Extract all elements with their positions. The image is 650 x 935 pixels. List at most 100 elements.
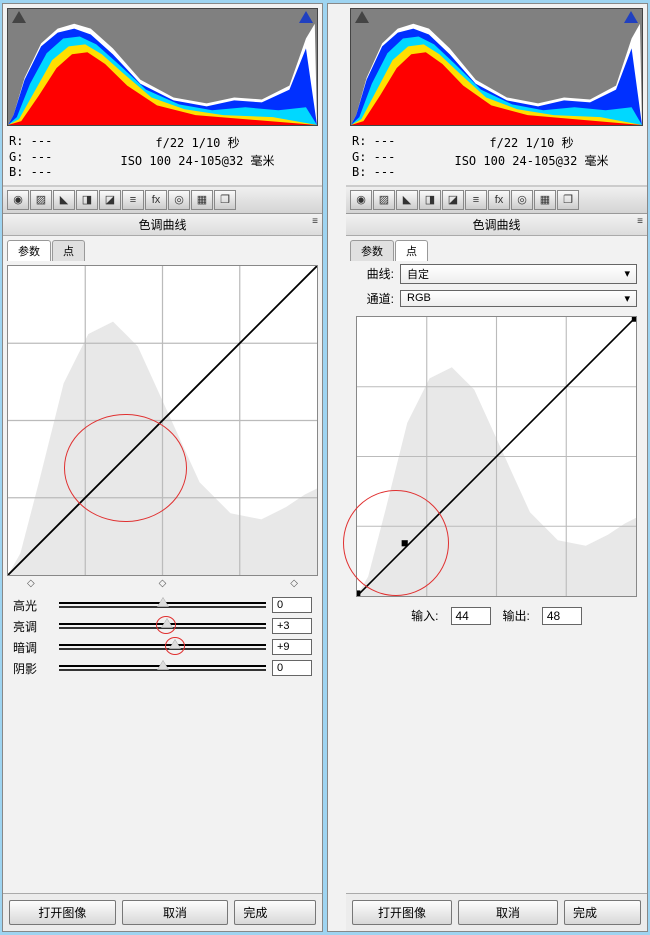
tab-params[interactable]: 参数 bbox=[350, 240, 394, 261]
region-markers: ◇ ◇ ◇ bbox=[7, 578, 318, 589]
g-value: G: --- bbox=[352, 150, 422, 166]
metadata-row: R: --- G: --- B: --- f/22 1/10 秒 ISO 100… bbox=[3, 130, 322, 186]
tab-row: 参数 点 bbox=[3, 236, 322, 261]
marker-icon[interactable]: ◇ bbox=[290, 578, 298, 589]
light-slider[interactable] bbox=[59, 620, 266, 632]
output-label: 输出: bbox=[503, 607, 530, 625]
curve-label: 曲线: bbox=[356, 265, 394, 282]
acr-panel-left: ⊕ ≡ R: --- G: --- B: --- f/22 1/10 秒 bbox=[2, 3, 323, 932]
light-value[interactable]: +3 bbox=[272, 618, 312, 634]
slider-dark: 暗调 +9 bbox=[3, 637, 322, 658]
shadow-value[interactable]: 0 bbox=[272, 660, 312, 676]
chevron-down-icon: ▾ bbox=[624, 267, 630, 280]
dark-slider[interactable] bbox=[59, 641, 266, 653]
cancel-button[interactable]: 取消 bbox=[122, 900, 229, 925]
exposure-line2: ISO 100 24-105@32 毫米 bbox=[79, 152, 316, 170]
section-title-text: 色调曲线 bbox=[472, 218, 520, 232]
acr-panel-right: R: --- G: --- B: --- f/22 1/10 秒 ISO 100… bbox=[327, 3, 648, 932]
chevron-down-icon: ▾ bbox=[624, 292, 630, 305]
input-value[interactable]: 44 bbox=[451, 607, 491, 625]
exposure-line1: f/22 1/10 秒 bbox=[79, 134, 316, 152]
b-value: B: --- bbox=[9, 165, 79, 181]
curve-graph[interactable] bbox=[7, 265, 318, 576]
channel-dropdown[interactable]: RGB ▾ bbox=[400, 290, 637, 307]
section-menu-icon[interactable]: ≡ bbox=[312, 216, 318, 227]
dark-label: 暗调 bbox=[13, 639, 53, 656]
highlight-label: 高光 bbox=[13, 597, 53, 614]
bottom-buttons: 打开图像 取消 完成 bbox=[3, 893, 322, 931]
curve-point bbox=[402, 540, 408, 546]
shadow-label: 阴影 bbox=[13, 660, 53, 677]
input-output-row: 输入: 44 输出: 48 bbox=[346, 603, 647, 633]
rgb-readout: R: --- G: --- B: --- bbox=[9, 134, 79, 181]
marker-icon[interactable]: ◇ bbox=[159, 578, 167, 589]
output-value[interactable]: 48 bbox=[542, 607, 582, 625]
adjust-toolbar: ◉ ▨ ◣ ◨ ◪ ≡ fx ◎ ▦ ❐ bbox=[3, 186, 322, 214]
tool-hsl-icon[interactable]: ◨ bbox=[419, 190, 441, 210]
dark-value[interactable]: +9 bbox=[272, 639, 312, 655]
exposure-readout: f/22 1/10 秒 ISO 100 24-105@32 毫米 bbox=[422, 134, 641, 181]
tool-snapshot-icon[interactable]: ❐ bbox=[557, 190, 579, 210]
tool-detail-icon[interactable]: ◣ bbox=[53, 190, 75, 210]
channel-value: RGB bbox=[407, 292, 431, 304]
tool-curve-icon[interactable]: ▨ bbox=[373, 190, 395, 210]
tab-points[interactable]: 点 bbox=[52, 240, 85, 261]
tool-preset-icon[interactable]: ▦ bbox=[534, 190, 556, 210]
slider-shadow: 阴影 0 bbox=[3, 658, 322, 679]
b-value: B: --- bbox=[352, 165, 422, 181]
tool-lens-icon[interactable]: ≡ bbox=[465, 190, 487, 210]
exposure-line1: f/22 1/10 秒 bbox=[422, 134, 641, 152]
section-menu-icon[interactable]: ≡ bbox=[637, 216, 643, 227]
adjust-toolbar: ◉ ▨ ◣ ◨ ◪ ≡ fx ◎ ▦ ❐ bbox=[346, 186, 647, 214]
done-button[interactable]: 完成 bbox=[234, 900, 316, 925]
rgb-readout: R: --- G: --- B: --- bbox=[352, 134, 422, 181]
highlight-value[interactable]: 0 bbox=[272, 597, 312, 613]
tool-detail-icon[interactable]: ◣ bbox=[396, 190, 418, 210]
histogram[interactable] bbox=[7, 8, 318, 126]
tool-fx-icon[interactable]: fx bbox=[145, 190, 167, 210]
open-image-button[interactable]: 打开图像 bbox=[352, 900, 452, 925]
open-image-button[interactable]: 打开图像 bbox=[9, 900, 116, 925]
curve-dropdown[interactable]: 自定 ▾ bbox=[400, 264, 637, 284]
tab-params[interactable]: 参数 bbox=[7, 240, 51, 261]
marker-icon[interactable]: ◇ bbox=[27, 578, 35, 589]
slider-highlight: 高光 0 bbox=[3, 595, 322, 616]
curve-graph[interactable] bbox=[356, 316, 637, 597]
exposure-line2: ISO 100 24-105@32 毫米 bbox=[422, 152, 641, 170]
r-value: R: --- bbox=[9, 134, 79, 150]
tool-hsl-icon[interactable]: ◨ bbox=[76, 190, 98, 210]
channel-dropdown-row: 通道: RGB ▾ bbox=[346, 287, 647, 310]
section-title-text: 色调曲线 bbox=[138, 218, 186, 232]
tab-row: 参数 点 bbox=[346, 236, 647, 261]
tool-camera-icon[interactable]: ◎ bbox=[168, 190, 190, 210]
metadata-row: R: --- G: --- B: --- f/22 1/10 秒 ISO 100… bbox=[346, 130, 647, 186]
done-button[interactable]: 完成 bbox=[564, 900, 641, 925]
tab-points[interactable]: 点 bbox=[395, 240, 428, 261]
tool-split-icon[interactable]: ◪ bbox=[442, 190, 464, 210]
curve-value: 自定 bbox=[407, 266, 429, 282]
channel-label: 通道: bbox=[356, 290, 394, 307]
section-title: 色调曲线 ≡ bbox=[346, 214, 647, 236]
section-title: 色调曲线 ≡ bbox=[3, 214, 322, 236]
highlight-slider[interactable] bbox=[59, 599, 266, 611]
tool-preset-icon[interactable]: ▦ bbox=[191, 190, 213, 210]
bottom-buttons: 打开图像 取消 完成 bbox=[346, 893, 647, 931]
tool-lens-icon[interactable]: ≡ bbox=[122, 190, 144, 210]
input-label: 输入: bbox=[411, 607, 438, 625]
histogram[interactable] bbox=[350, 8, 643, 126]
exposure-readout: f/22 1/10 秒 ISO 100 24-105@32 毫米 bbox=[79, 134, 316, 181]
shadow-slider[interactable] bbox=[59, 662, 266, 674]
g-value: G: --- bbox=[9, 150, 79, 166]
cancel-button[interactable]: 取消 bbox=[458, 900, 558, 925]
tool-split-icon[interactable]: ◪ bbox=[99, 190, 121, 210]
slider-light: 亮调 +3 bbox=[3, 616, 322, 637]
tool-curve-icon[interactable]: ▨ bbox=[30, 190, 52, 210]
curve-dropdown-row: 曲线: 自定 ▾ bbox=[346, 261, 647, 287]
tool-fx-icon[interactable]: fx bbox=[488, 190, 510, 210]
tool-snapshot-icon[interactable]: ❐ bbox=[214, 190, 236, 210]
tool-basic-icon[interactable]: ◉ bbox=[7, 190, 29, 210]
light-label: 亮调 bbox=[13, 618, 53, 635]
tool-basic-icon[interactable]: ◉ bbox=[350, 190, 372, 210]
tool-camera-icon[interactable]: ◎ bbox=[511, 190, 533, 210]
r-value: R: --- bbox=[352, 134, 422, 150]
